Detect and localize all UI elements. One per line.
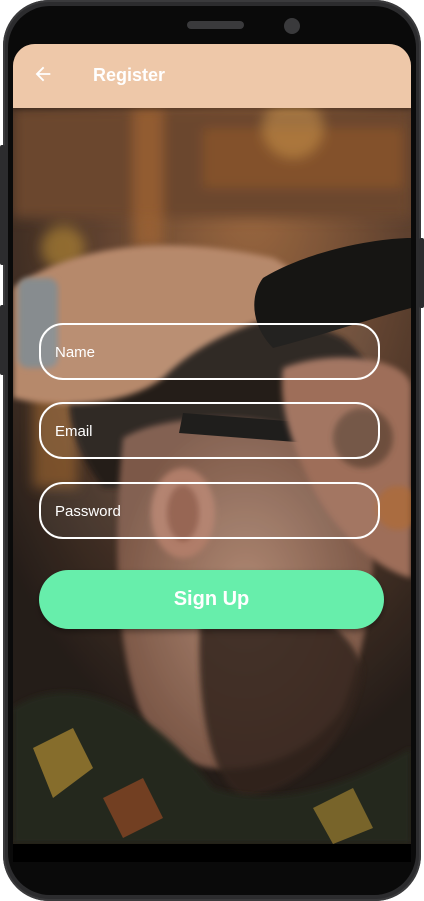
power-button-left <box>0 305 5 375</box>
name-input[interactable] <box>53 325 372 380</box>
front-camera <box>284 18 300 34</box>
arrow-left-icon <box>32 63 54 90</box>
app-screen: Register Sign Up <box>13 44 411 844</box>
email-field[interactable] <box>39 402 380 459</box>
back-button[interactable] <box>27 60 59 92</box>
power-button <box>419 238 424 308</box>
email-input[interactable] <box>53 404 372 459</box>
page-title: Register <box>93 65 166 85</box>
speaker-grille <box>187 21 244 29</box>
password-input[interactable] <box>53 484 372 539</box>
system-nav-bar <box>13 844 411 862</box>
background-image <box>13 108 411 844</box>
password-field[interactable] <box>39 482 380 539</box>
name-field[interactable] <box>39 323 380 380</box>
sign-up-button[interactable]: Sign Up <box>39 570 384 629</box>
volume-button <box>0 145 5 265</box>
app-bar: Register <box>13 44 411 108</box>
